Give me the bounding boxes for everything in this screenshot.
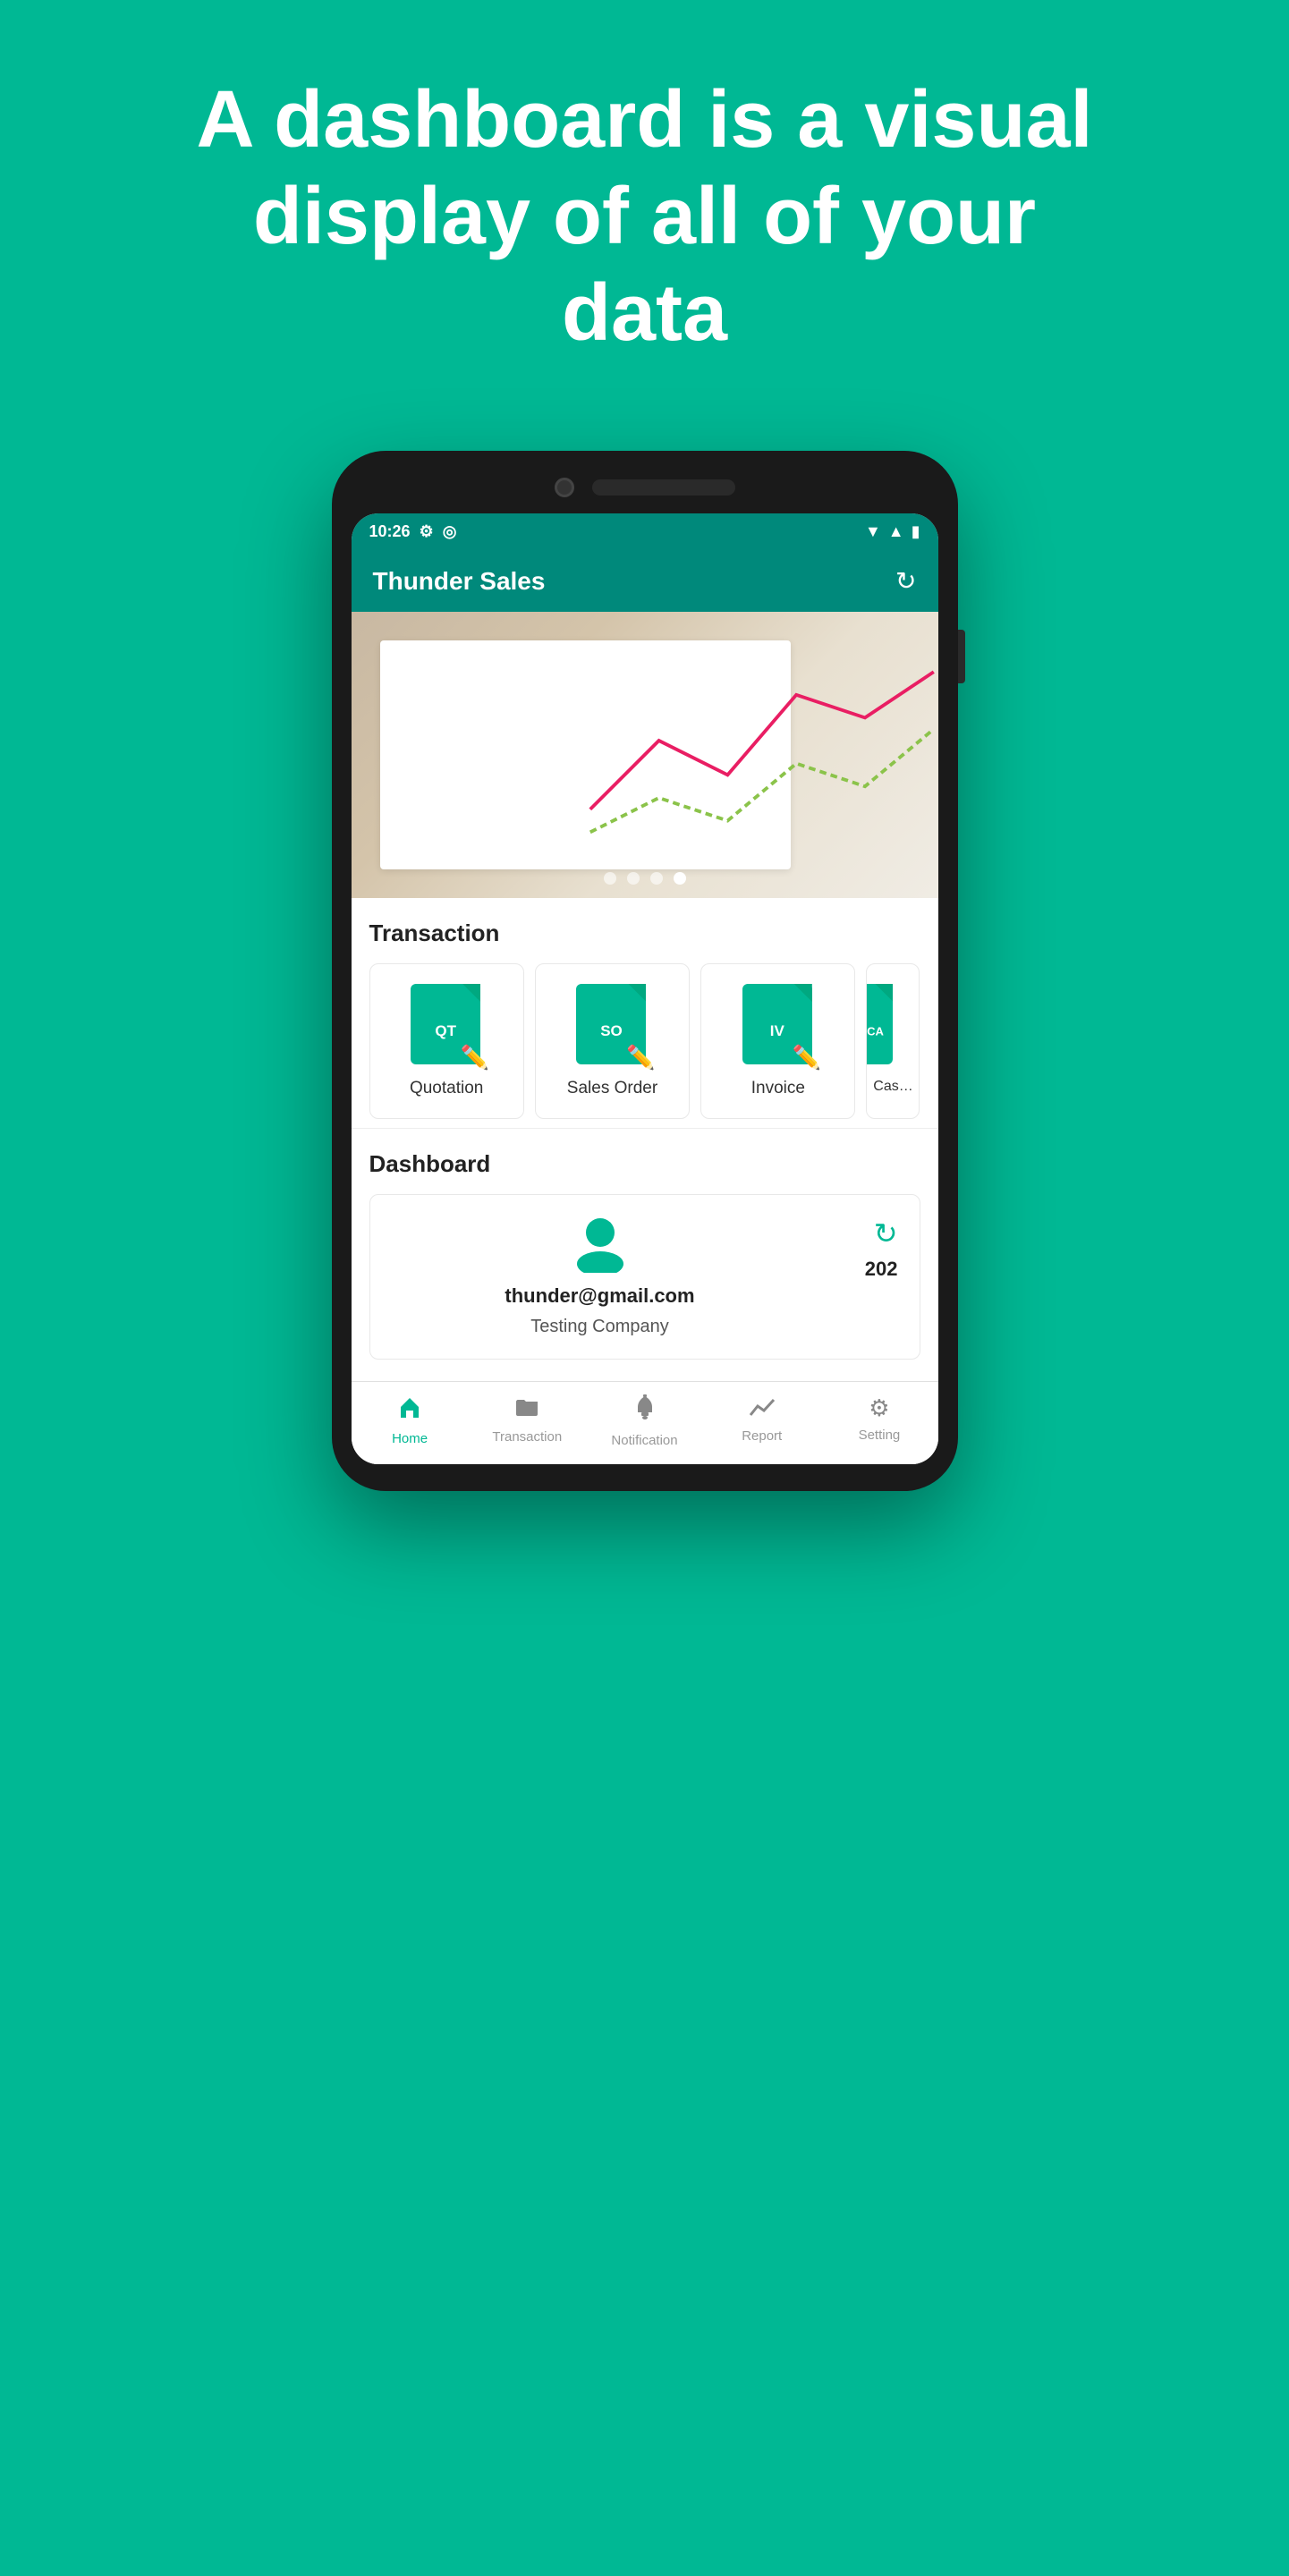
- pencil-icon-quotation: ✏️: [461, 1044, 489, 1072]
- invoice-icon-wrap: IV ✏️: [742, 984, 814, 1064]
- speaker-grille: [592, 479, 735, 496]
- transaction-item-sales-order[interactable]: SO ✏️ Sales Order: [535, 963, 690, 1119]
- status-time: 10:26: [369, 522, 411, 541]
- power-button: [958, 630, 965, 683]
- home-icon: [397, 1394, 422, 1426]
- quotation-code: QT: [435, 1022, 456, 1040]
- sales-order-label: Sales Order: [567, 1079, 657, 1098]
- front-camera: [555, 478, 574, 497]
- dashboard-card[interactable]: thunder@gmail.com Testing Company ↻ 202: [369, 1194, 920, 1360]
- circle-icon: ◎: [443, 522, 457, 541]
- pencil-icon-invoice: ✏️: [792, 1044, 820, 1072]
- sales-order-code: SO: [600, 1022, 623, 1040]
- nav-item-transaction[interactable]: Transaction: [469, 1394, 586, 1448]
- nav-item-setting[interactable]: ⚙ Setting: [820, 1394, 937, 1448]
- line-chart-overlay: [586, 626, 938, 855]
- folder-icon: [514, 1394, 539, 1424]
- app-title: Thunder Sales: [373, 567, 546, 596]
- pencil-icon-sales-order: ✏️: [626, 1044, 655, 1072]
- sync-icon[interactable]: ↻: [874, 1216, 898, 1250]
- status-bar: 10:26 ⚙ ◎ ▼ ▲ ▮: [352, 513, 938, 550]
- dot-2[interactable]: [627, 872, 640, 885]
- dashboard-section: Dashboard thunder@gmail.com Te: [352, 1129, 938, 1381]
- nav-item-report[interactable]: Report: [703, 1394, 820, 1448]
- cash-label: Cas…: [873, 1079, 912, 1095]
- invoice-label: Invoice: [751, 1079, 805, 1098]
- hero-title: A dashboard is a visual display of all o…: [179, 72, 1110, 361]
- refresh-icon[interactable]: ↻: [895, 566, 916, 596]
- cash-doc-icon: CA: [866, 984, 893, 1064]
- carousel-dots: [352, 872, 938, 885]
- dot-1[interactable]: [604, 872, 616, 885]
- phone-screen: 10:26 ⚙ ◎ ▼ ▲ ▮ Thunder Sales ↻: [352, 513, 938, 1464]
- nav-label-notification: Notification: [611, 1433, 677, 1448]
- content-area: Transaction QT ✏️ Quotation: [352, 898, 938, 1464]
- quotation-label: Quotation: [410, 1079, 483, 1098]
- invoice-code: IV: [770, 1022, 784, 1040]
- bell-icon: [633, 1394, 657, 1428]
- cash-icon-wrap: CA: [866, 984, 920, 1064]
- nav-label-home: Home: [392, 1431, 428, 1446]
- dashboard-email: thunder@gmail.com: [505, 1284, 694, 1308]
- avatar-icon: [573, 1216, 627, 1270]
- cash-code: CA: [867, 1025, 884, 1038]
- transaction-title: Transaction: [369, 919, 920, 947]
- dashboard-left: thunder@gmail.com Testing Company: [392, 1216, 809, 1337]
- transaction-section: Transaction QT ✏️ Quotation: [352, 898, 938, 1129]
- status-left: 10:26 ⚙ ◎: [369, 522, 457, 541]
- sales-order-icon-wrap: SO ✏️: [576, 984, 648, 1064]
- banner-carousel[interactable]: [352, 612, 938, 898]
- bottom-nav: Home Transaction: [352, 1381, 938, 1464]
- wifi-icon: ▼: [865, 522, 881, 541]
- dot-4-active[interactable]: [674, 872, 686, 885]
- background-bottom: [0, 1491, 1289, 2576]
- hero-section: A dashboard is a visual display of all o…: [0, 0, 1289, 415]
- dot-3[interactable]: [650, 872, 663, 885]
- transaction-item-invoice[interactable]: IV ✏️ Invoice: [700, 963, 855, 1119]
- app-bar: Thunder Sales ↻: [352, 550, 938, 612]
- phone-top-bar: [352, 478, 938, 497]
- status-right: ▼ ▲ ▮: [865, 522, 920, 541]
- signal-icon: ▲: [888, 522, 904, 541]
- transaction-item-cash[interactable]: CA Cas…: [866, 963, 920, 1119]
- settings-icon: ⚙: [869, 1394, 889, 1422]
- nav-item-home[interactable]: Home: [352, 1394, 469, 1448]
- quotation-icon-wrap: QT ✏️: [411, 984, 482, 1064]
- dashboard-right: ↻ 202: [827, 1216, 898, 1281]
- dashboard-year: 202: [865, 1258, 898, 1281]
- transaction-grid: QT ✏️ Quotation SO: [369, 963, 920, 1119]
- nav-label-report: Report: [742, 1428, 782, 1444]
- phone-mockup: 10:26 ⚙ ◎ ▼ ▲ ▮ Thunder Sales ↻: [332, 451, 958, 1491]
- phone-body: 10:26 ⚙ ◎ ▼ ▲ ▮ Thunder Sales ↻: [332, 451, 958, 1491]
- nav-item-notification[interactable]: Notification: [586, 1394, 703, 1448]
- dashboard-title: Dashboard: [369, 1150, 920, 1178]
- nav-label-setting: Setting: [859, 1428, 901, 1443]
- nav-label-transaction: Transaction: [492, 1429, 562, 1445]
- dashboard-company: Testing Company: [530, 1317, 669, 1337]
- gear-icon: ⚙: [420, 522, 434, 541]
- battery-icon: ▮: [912, 522, 920, 541]
- chart-icon: [749, 1394, 776, 1423]
- transaction-item-quotation[interactable]: QT ✏️ Quotation: [369, 963, 524, 1119]
